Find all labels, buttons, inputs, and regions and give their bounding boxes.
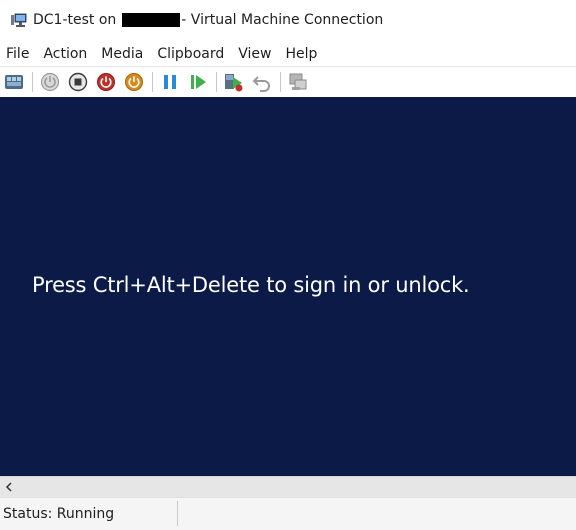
checkpoint-button[interactable] [222, 70, 246, 94]
checkpoint-icon [225, 74, 243, 92]
enhanced-session-button[interactable] [286, 70, 310, 94]
window-title-suffix: - Virtual Machine Connection [181, 12, 384, 28]
redacted-host-name [122, 13, 181, 27]
menu-file[interactable]: File [2, 44, 35, 64]
window-title-prefix: DC1-test on [33, 12, 117, 28]
toolbar-separator [152, 72, 153, 92]
resume-button[interactable] [186, 70, 210, 94]
vm-display[interactable]: Press Ctrl+Alt+Delete to sign in or unlo… [0, 97, 576, 476]
ctrl-alt-del-icon [5, 75, 23, 89]
menu-clipboard[interactable]: Clipboard [153, 44, 230, 64]
menu-action[interactable]: Action [39, 44, 93, 64]
save-button[interactable] [122, 70, 146, 94]
menu-bar: File Action Media Clipboard View Help [0, 42, 576, 66]
toolbar-separator [280, 72, 281, 92]
turn-off-button[interactable] [66, 70, 90, 94]
window-title: DC1-test on - Virtual Machine Connection [33, 12, 383, 28]
start-button[interactable] [38, 70, 62, 94]
horizontal-scrollbar[interactable] [0, 476, 576, 497]
status-text: Status: Running [3, 506, 115, 522]
title-bar: DC1-test on - Virtual Machine Connection [0, 0, 576, 42]
virtual-machine-icon [9, 12, 27, 30]
sign-in-prompt: Press Ctrl+Alt+Delete to sign in or unlo… [32, 273, 470, 297]
pause-icon [164, 75, 176, 89]
start-icon [40, 72, 60, 92]
turn-off-icon [68, 72, 88, 92]
enhanced-session-icon [289, 73, 307, 90]
resume-icon [191, 75, 206, 89]
toolbar-separator [216, 72, 217, 92]
menu-view[interactable]: View [234, 44, 277, 64]
ctrl-alt-del-button[interactable] [2, 70, 26, 94]
status-bar: Status: Running [0, 497, 576, 530]
toolbar-separator [32, 72, 33, 92]
save-icon [125, 73, 143, 91]
pause-button[interactable] [158, 70, 182, 94]
revert-icon [252, 76, 270, 92]
menu-help[interactable]: Help [281, 44, 323, 64]
shutdown-button[interactable] [94, 70, 118, 94]
status-divider [177, 501, 178, 526]
toolbar [0, 66, 576, 97]
revert-button[interactable] [250, 70, 274, 94]
menu-media[interactable]: Media [97, 44, 149, 64]
shutdown-icon [97, 73, 115, 91]
scroll-left-arrow-icon[interactable] [0, 477, 18, 497]
